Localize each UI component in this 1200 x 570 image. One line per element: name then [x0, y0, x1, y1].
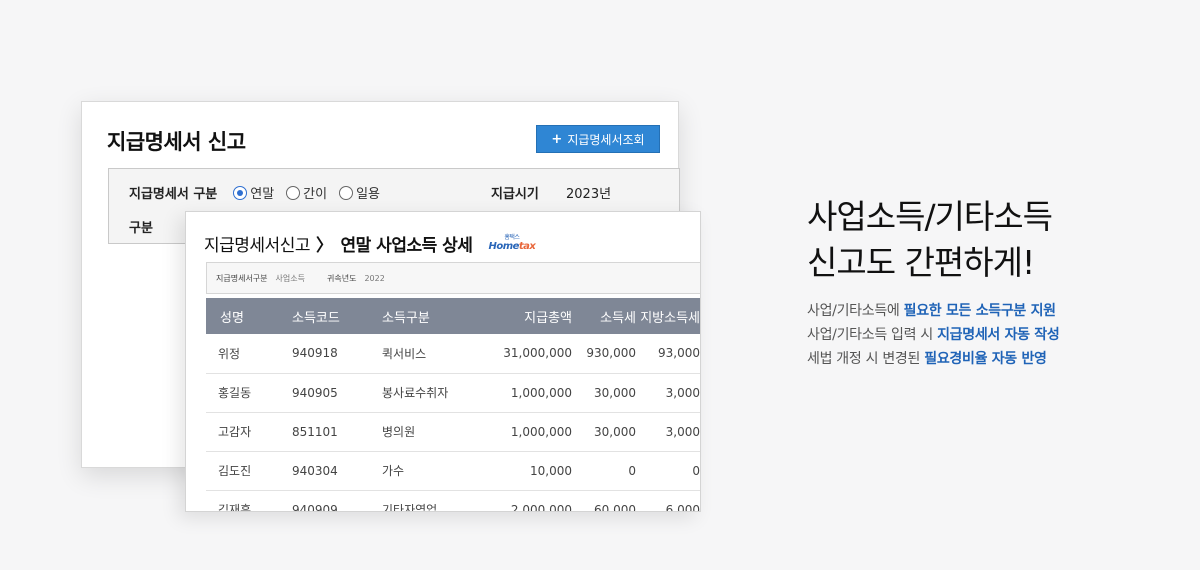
- feature-highlight: 필요한 모든 소득구분 지원: [903, 303, 1056, 319]
- cell-local-tax: 3,000: [638, 373, 700, 413]
- radio-icon: [286, 185, 301, 200]
- cell-local-tax: 6,000: [638, 490, 700, 511]
- cell-name: 고감자: [206, 412, 288, 452]
- lookup-statement-button[interactable]: + 지급명세서조회: [536, 125, 660, 153]
- breadcrumb-current: 연말 사업소득 상세: [340, 236, 473, 256]
- cell-total: 31,000,000: [476, 334, 574, 374]
- cell-code: 940905: [288, 373, 378, 413]
- table-row[interactable]: 김재훈 940909 기타자영업 2,000,000 60,000 6,000: [206, 490, 700, 511]
- cell-local-tax: 3,000: [638, 412, 700, 452]
- table-row[interactable]: 위정 940918 퀵서비스 31,000,000 930,000 93,000: [206, 334, 700, 374]
- cell-total: 10,000: [476, 451, 574, 491]
- cell-total: 1,000,000: [476, 373, 574, 413]
- cell-tax: 0: [574, 451, 638, 491]
- cell-type: 봉사료수취자: [378, 373, 476, 413]
- info-type-value: 사업소득: [275, 273, 305, 283]
- income-table: 성명 소득코드 소득구분 지급총액 소득세 지방소득세 위정 940918 퀵서…: [206, 298, 700, 511]
- cell-total: 1,000,000: [476, 412, 574, 452]
- table-row[interactable]: 김도진 940304 가수 10,000 0 0: [206, 451, 700, 491]
- headline: 사업소득/기타소득 신고도 간편하게!: [807, 194, 1053, 286]
- radio-simple[interactable]: 간이: [286, 183, 327, 202]
- radio-label: 일용: [356, 187, 381, 202]
- cell-code: 851101: [288, 412, 378, 452]
- col-header[interactable]: 소득구분: [378, 298, 476, 334]
- info-bar: 지급명세서구분 사업소득 귀속년도 2022: [206, 262, 700, 294]
- cell-type: 병의원: [378, 412, 476, 452]
- info-type-label: 지급명세서구분: [216, 273, 268, 283]
- cell-type: 기타자영업: [378, 490, 476, 511]
- cell-name: 위정: [206, 334, 288, 374]
- col-header[interactable]: 소득세: [574, 298, 638, 334]
- business-income-detail-panel: 지급명세서신고 〉 연말 사업소득 상세 홈택스 Hometax 지급명세서구분…: [185, 211, 701, 512]
- cell-tax: 930,000: [574, 334, 638, 374]
- cell-tax: 30,000: [574, 412, 638, 452]
- cell-type: 퀵서비스: [378, 334, 476, 374]
- period-value[interactable]: 2023년: [566, 183, 611, 202]
- breadcrumb: 지급명세서신고 〉 연말 사업소득 상세 홈택스 Hometax: [204, 231, 536, 257]
- col-header[interactable]: 지급총액: [476, 298, 574, 334]
- cell-tax: 30,000: [574, 373, 638, 413]
- info-year-value: 2022: [364, 273, 385, 283]
- radio-checked-icon: [233, 185, 248, 200]
- chevron-right-icon: 〉: [315, 236, 333, 256]
- feature-highlight: 지급명세서 자동 작성: [937, 327, 1060, 343]
- feature-item: 세법 개정 시 변경된 필요경비율 자동 반영: [807, 351, 1047, 367]
- col-header[interactable]: 성명: [206, 298, 288, 334]
- headline-line1: 사업소득/기타소득: [807, 197, 1053, 236]
- cell-name: 김도진: [206, 451, 288, 491]
- cell-code: 940918: [288, 334, 378, 374]
- radio-yearend[interactable]: 연말: [233, 183, 274, 202]
- feature-highlight: 필요경비율 자동 반영: [924, 351, 1047, 367]
- feature-item: 사업/기타소득 입력 시 지급명세서 자동 작성: [807, 327, 1060, 343]
- plus-icon: +: [551, 131, 563, 147]
- info-year-label: 귀속년도: [326, 273, 357, 283]
- radio-label: 간이: [303, 187, 328, 202]
- hometax-logo-icon: 홈택스 Hometax: [488, 234, 536, 252]
- category-label: 구분: [129, 221, 153, 236]
- cell-total: 2,000,000: [476, 490, 574, 511]
- table-row[interactable]: 고감자 851101 병의원 1,000,000 30,000 3,000: [206, 412, 700, 452]
- radio-label: 연말: [250, 187, 275, 202]
- table-row[interactable]: 홍길동 940905 봉사료수취자 1,000,000 30,000 3,000: [206, 373, 700, 413]
- period-label: 지급시기: [491, 187, 539, 202]
- feature-list: 사업/기타소득에 필요한 모든 소득구분 지원 사업/기타소득 입력 시 지급명…: [807, 299, 1060, 371]
- radio-daily[interactable]: 일용: [339, 183, 380, 202]
- cell-type: 가수: [378, 451, 476, 491]
- page-title: 지급명세서 신고: [107, 130, 246, 154]
- table-header-row: 성명 소득코드 소득구분 지급총액 소득세 지방소득세: [206, 298, 700, 334]
- cell-local-tax: 93,000: [638, 334, 700, 374]
- radio-icon: [339, 185, 354, 200]
- cell-name: 김재훈: [206, 490, 288, 511]
- headline-line2: 신고도 간편하게!: [807, 243, 1035, 282]
- col-header[interactable]: 소득코드: [288, 298, 378, 334]
- statement-type-label: 지급명세서 구분: [129, 187, 218, 202]
- lookup-statement-label: 지급명세서조회: [567, 132, 645, 147]
- col-header[interactable]: 지방소득세: [638, 298, 700, 334]
- cell-local-tax: 0: [638, 451, 700, 491]
- cell-name: 홍길동: [206, 373, 288, 413]
- cell-code: 940304: [288, 451, 378, 491]
- breadcrumb-parent[interactable]: 지급명세서신고: [204, 231, 310, 256]
- cell-tax: 60,000: [574, 490, 638, 511]
- feature-item: 사업/기타소득에 필요한 모든 소득구분 지원: [807, 303, 1056, 319]
- cell-code: 940909: [288, 490, 378, 511]
